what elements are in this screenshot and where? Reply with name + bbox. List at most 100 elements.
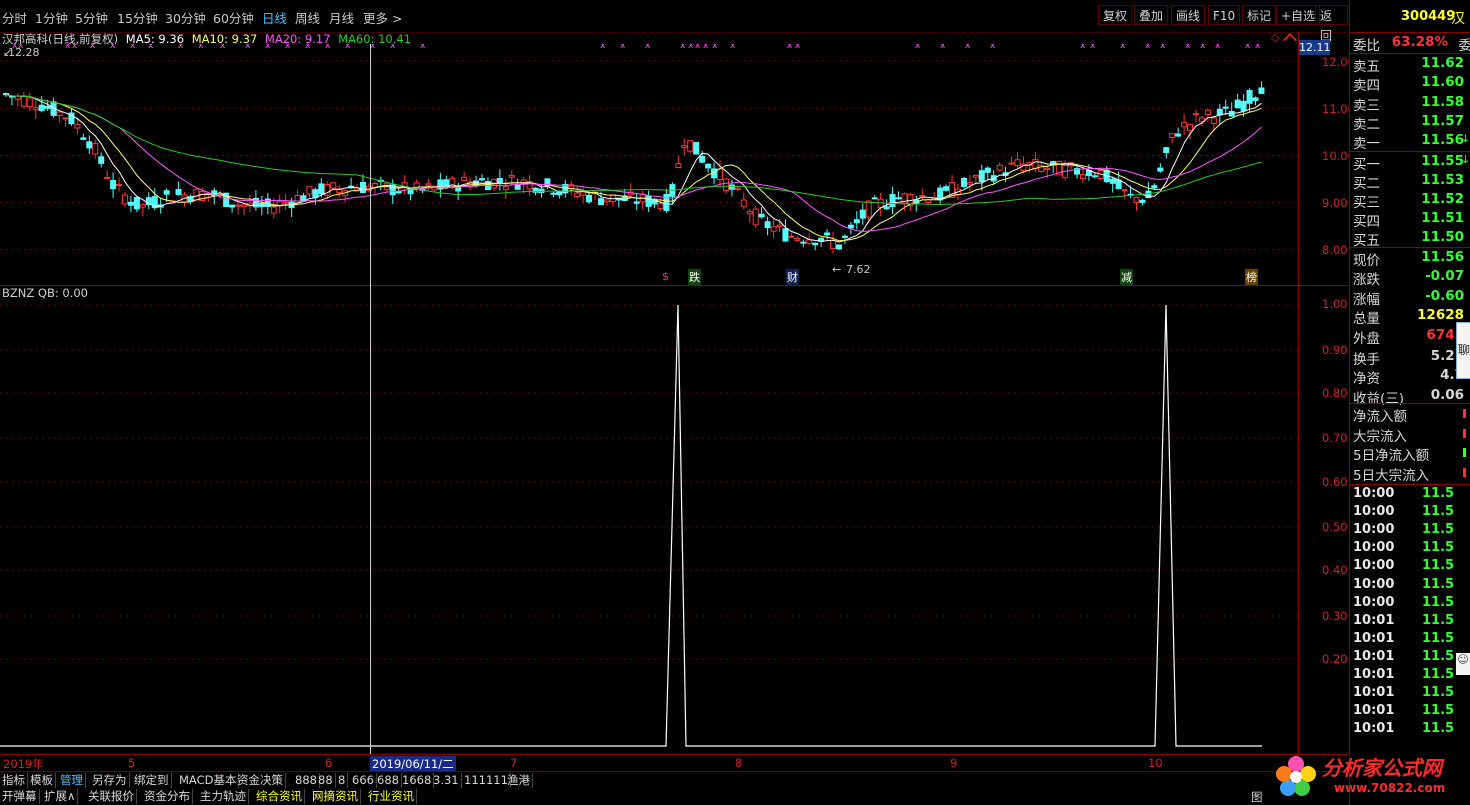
- ask-level-row[interactable]: 卖一 11.56: [1352, 132, 1470, 152]
- mark-button[interactable]: 标记: [1242, 5, 1277, 25]
- watermark-url: www.70822.com: [1334, 781, 1446, 795]
- bid-level-row[interactable]: 买二 11.53: [1352, 172, 1470, 192]
- tab-ind-15[interactable]: 渔港: [505, 773, 533, 788]
- bid-level-row[interactable]: 买三 11.52: [1352, 191, 1470, 211]
- tick-row: 10:00 11.5: [1352, 595, 1470, 613]
- event-label[interactable]: $: [662, 270, 669, 283]
- tab-ind-9[interactable]: 8: [336, 773, 349, 788]
- event-label[interactable]: 减: [1120, 269, 1133, 285]
- indicator-chart[interactable]: [0, 287, 1348, 753]
- tab-info-0[interactable]: 开弹幕: [0, 789, 40, 804]
- tab-ind-11[interactable]: 688: [375, 773, 402, 788]
- flow-row[interactable]: 5日净流入额: [1352, 444, 1470, 464]
- stat-label: 涨幅: [1353, 291, 1380, 308]
- tab-info-7[interactable]: 行业资讯: [366, 789, 417, 804]
- stat-row[interactable]: 涨幅 -0.60: [1352, 288, 1470, 308]
- draw-button[interactable]: 画线: [1171, 5, 1206, 25]
- candle-body: [1246, 89, 1253, 104]
- period-monthly[interactable]: 月线: [329, 8, 354, 27]
- stat-row[interactable]: 总量 12628: [1352, 307, 1470, 328]
- candle-body: [496, 178, 503, 183]
- tick-time: 10:00: [1353, 594, 1395, 610]
- tab-ind-3[interactable]: 另存为: [90, 773, 130, 788]
- candle-body: [1121, 189, 1128, 192]
- signal-x-mark: x: [990, 44, 996, 51]
- side-popup[interactable]: 聊: [1456, 322, 1470, 379]
- ask-level-label: 卖三: [1353, 97, 1380, 114]
- tick-price: 11.5: [1422, 504, 1455, 520]
- tab-info-6[interactable]: 网摘资讯: [310, 789, 361, 804]
- flow-bar: [1463, 428, 1466, 438]
- stat-row[interactable]: 外盘 6743: [1352, 327, 1470, 347]
- stat-label: 现价: [1353, 253, 1380, 269]
- period-daily[interactable]: 日线: [262, 8, 287, 27]
- top-toolbar: 分时 1分钟 5分钟 15分钟 30分钟 60分钟 日线 周线 月线 更多 > …: [0, 0, 1348, 43]
- bid-level-value: 11.51: [1421, 210, 1464, 227]
- tab-info-1[interactable]: 扩展∧: [42, 789, 79, 804]
- ask-level-row[interactable]: 卖五 11.62: [1352, 55, 1470, 75]
- stat-row[interactable]: 现价 11.56: [1352, 249, 1470, 269]
- candle-body: [966, 182, 973, 185]
- period-60min[interactable]: 60分钟: [213, 8, 254, 27]
- event-label[interactable]: 财: [786, 269, 799, 285]
- period-1min[interactable]: 1分钟: [35, 8, 68, 27]
- fuquan-button[interactable]: 复权: [1098, 5, 1133, 25]
- period-30min[interactable]: 30分钟: [165, 8, 206, 27]
- stat-row[interactable]: 换手 5.21: [1352, 348, 1470, 368]
- tab-ind-4[interactable]: 绑定到: [132, 773, 172, 788]
- add-watchlist-button[interactable]: +自选: [1276, 5, 1321, 25]
- tab-ind-10[interactable]: 666: [350, 773, 377, 788]
- event-label[interactable]: 跌: [688, 269, 701, 285]
- period-fenshi[interactable]: 分时: [2, 8, 27, 27]
- tab-info-2[interactable]: 关联报价: [86, 789, 137, 804]
- candle-body: [122, 194, 128, 205]
- candle-body: [598, 198, 604, 205]
- tab-ind-8[interactable]: 88: [316, 773, 336, 788]
- event-label[interactable]: 榜: [1245, 269, 1258, 285]
- flow-row[interactable]: 净流入额: [1352, 405, 1470, 425]
- tick-row: 10:00 11.5: [1352, 504, 1470, 522]
- candle-body: [175, 189, 182, 195]
- ask-level-row[interactable]: 卖四 11.60: [1352, 74, 1470, 94]
- stat-row[interactable]: 净资 4.7: [1352, 367, 1470, 387]
- tab-ind-12[interactable]: 1668: [400, 773, 435, 788]
- tab-ind-2[interactable]: 管理: [58, 773, 86, 788]
- tab-info-5[interactable]: 综合资讯: [254, 789, 305, 804]
- ask-level-row[interactable]: 卖三 11.58: [1352, 94, 1470, 114]
- kline-chart[interactable]: xxxxxxxxxxxxxxxxxxxxxxxxxxxxxxxxxxxxxxxx…: [0, 44, 1348, 286]
- tab-ind-14[interactable]: 111111: [462, 773, 511, 788]
- overlay-button[interactable]: 叠加: [1134, 5, 1169, 25]
- period-5min[interactable]: 5分钟: [75, 8, 108, 27]
- tab-ind-1[interactable]: 模板: [28, 773, 56, 788]
- back-button[interactable]: 返回: [1315, 5, 1348, 43]
- smile-icon[interactable]: ☺: [1456, 653, 1470, 675]
- flow-row[interactable]: 大宗流入: [1352, 425, 1470, 445]
- f10-button[interactable]: F10: [1208, 5, 1241, 25]
- tab-info-4[interactable]: 主力轨迹: [198, 789, 249, 804]
- indicator-tick: 0.50: [1322, 520, 1348, 534]
- candle-body: [699, 156, 706, 163]
- diamond-icon[interactable]: ◇: [1271, 31, 1279, 44]
- tab-ind-13[interactable]: 3.31: [431, 773, 462, 788]
- tab-ind-5[interactable]: MACD基本: [177, 773, 240, 788]
- ask-level-row[interactable]: 卖二 11.57: [1352, 113, 1470, 133]
- ask-level-value: 11.56: [1421, 132, 1464, 149]
- period-15min[interactable]: 15分钟: [117, 8, 158, 27]
- bid-level-row[interactable]: 买四 11.51: [1352, 210, 1470, 230]
- period-more[interactable]: 更多 >: [363, 8, 402, 27]
- flow-row[interactable]: 5日大宗流入: [1352, 464, 1470, 484]
- bid-level-row[interactable]: 买五 11.50: [1352, 229, 1470, 249]
- tick-row: 10:01 11.5: [1352, 721, 1470, 739]
- tab-ind-6[interactable]: 资金决策: [235, 773, 286, 788]
- stat-label: 总量: [1353, 311, 1380, 328]
- stat-row[interactable]: 涨跌 -0.07: [1352, 268, 1470, 288]
- chart-tab[interactable]: 图: [1251, 789, 1263, 805]
- candle-body: [26, 97, 33, 107]
- period-weekly[interactable]: 周线: [295, 8, 320, 27]
- tab-info-3[interactable]: 资金分布: [142, 789, 193, 804]
- tab-ind-0[interactable]: 指标: [0, 773, 28, 788]
- bid-level-row[interactable]: 买一 11.55: [1352, 153, 1470, 173]
- ma60-line: [5, 94, 1262, 206]
- signal-x-mark: x: [1245, 44, 1251, 51]
- candle-body: [972, 174, 979, 178]
